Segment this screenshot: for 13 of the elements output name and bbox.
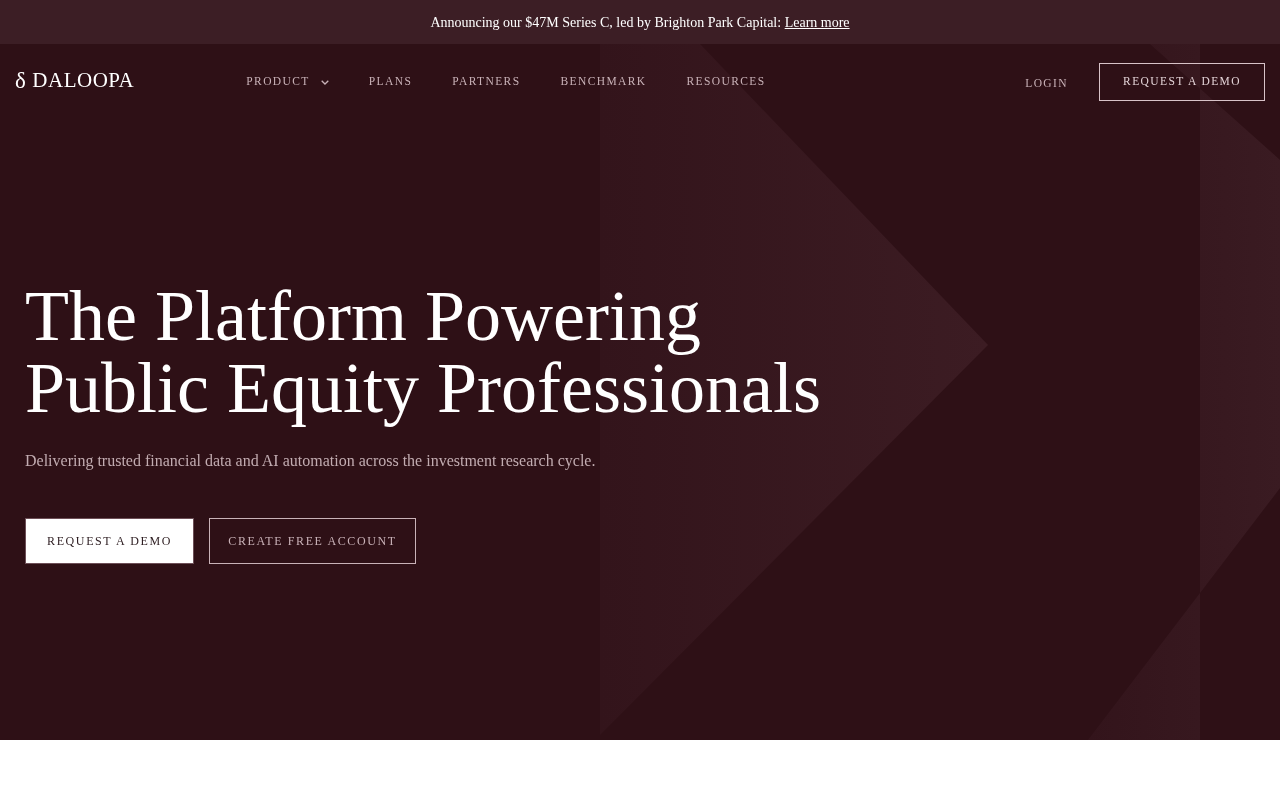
nav-link[interactable]: PLANS	[368, 73, 413, 91]
request-demo-button[interactable]: REQUEST A DEMO	[25, 518, 194, 564]
hero-subtitle: Delivering trusted financial data and AI automation across the investment research cycle.	[25, 451, 596, 472]
create-account-button[interactable]: CREATE FREE ACCOUNT	[209, 518, 416, 564]
nav-link[interactable]: RESOURCES	[686, 73, 766, 91]
announcement-text: Announcing our $47M Series C, led by Brighton Park Capital: Learn more	[430, 13, 850, 32]
login-link[interactable]: LOGIN	[1025, 75, 1068, 93]
learn-more-link[interactable]: Learn more	[784, 14, 850, 30]
daloopa-logo[interactable]: δ DALOOPA	[15, 68, 135, 92]
nav-link[interactable]: BENCHMARK	[560, 73, 647, 91]
request-demo-button[interactable]: REQUEST A DEMO	[1099, 63, 1265, 101]
nav-dropdown[interactable]: PRODUCT	[246, 73, 329, 91]
nav-link[interactable]: PARTNERS	[452, 73, 521, 91]
